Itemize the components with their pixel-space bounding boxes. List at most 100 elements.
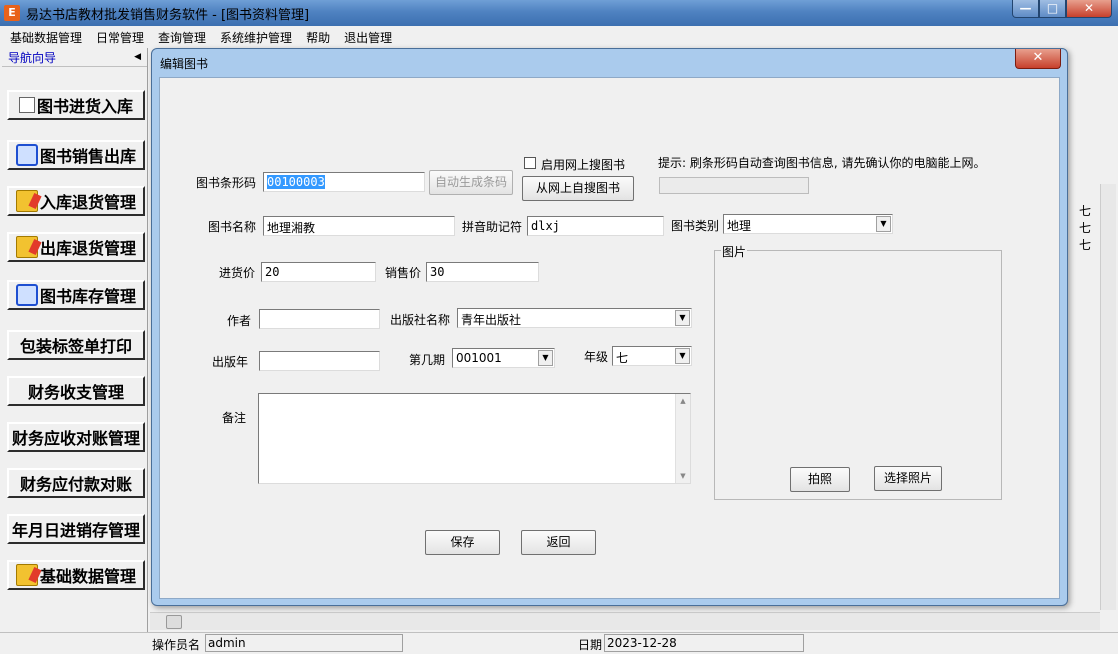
menu-exit[interactable]: 退出管理 — [344, 29, 392, 46]
menu-query[interactable]: 查询管理 — [158, 29, 206, 46]
maximize-icon[interactable]: □ — [1039, 0, 1066, 18]
category-label: 图书类别 — [671, 219, 720, 233]
menu-basic-data[interactable]: 基础数据管理 — [10, 29, 82, 46]
sale-price-input[interactable]: 30 — [426, 262, 539, 282]
sidebar-item-label: 图书库存管理 — [39, 287, 136, 306]
dialog-body: 图书条形码 00100003 自动生成条码 启用网上搜图书 从网上自搜图书 提示… — [159, 77, 1060, 599]
scroll-down-icon[interactable]: ▼ — [676, 472, 690, 480]
issue-select[interactable]: 001001 ▼ — [452, 348, 555, 368]
sidebar-header: 导航向导 ◀ — [2, 48, 147, 67]
horizontal-scrollbar[interactable] — [150, 612, 1100, 630]
vertical-scrollbar[interactable] — [1100, 184, 1116, 610]
window-title: 易达书店教材批发销售财务软件 - [图书资料管理] — [26, 7, 310, 23]
sidebar-item-finance[interactable]: 财务收支管理 — [7, 376, 145, 406]
app-e-icon: E — [4, 5, 20, 21]
date-value: 2023-12-28 — [604, 634, 804, 652]
sidebar-item-period-report[interactable]: 年月日进销存管理 — [7, 514, 145, 544]
grade-value: 七 — [616, 351, 629, 365]
barcode-input[interactable]: 00100003 — [263, 172, 425, 192]
choose-photo-button[interactable]: 选择照片 — [874, 466, 942, 491]
chevron-down-icon[interactable]: ▼ — [538, 350, 553, 366]
sidebar-item-label: 财务应付款对账 — [19, 475, 132, 494]
online-search-button[interactable]: 从网上自搜图书 — [522, 176, 634, 201]
chevron-left-icon[interactable]: ◀ — [134, 52, 141, 62]
statusbar: 操作员名 admin 日期 2023-12-28 — [0, 632, 1118, 654]
author-input[interactable] — [259, 309, 380, 329]
save-button[interactable]: 保存 — [425, 530, 500, 555]
grid-cell: 七 — [1078, 238, 1091, 252]
grade-select[interactable]: 七 ▼ — [612, 346, 692, 366]
pinyin-label: 拼音助记符 — [462, 220, 523, 234]
sidebar-item-label-print[interactable]: 包装标签单打印 — [7, 330, 145, 360]
sidebar-item-label: 入库退货管理 — [39, 193, 136, 212]
online-search-checkbox-label[interactable]: 启用网上搜图书 — [541, 156, 625, 173]
author-label: 作者 — [227, 314, 252, 328]
online-search-checkbox[interactable] — [524, 157, 536, 169]
sidebar-item-sales-return[interactable]: 出库退货管理 — [7, 232, 145, 262]
chevron-down-icon[interactable]: ▼ — [675, 348, 690, 364]
menu-help[interactable]: 帮助 — [306, 29, 330, 46]
notes-textarea[interactable]: ▲ ▼ — [258, 393, 691, 484]
arrows-icon — [15, 284, 38, 306]
book-name-label: 图书名称 — [208, 220, 257, 234]
search-progress-bar — [659, 177, 809, 194]
issue-label: 第几期 — [409, 353, 446, 367]
barcode-value: 00100003 — [267, 175, 325, 189]
purchase-price-input[interactable]: 20 — [261, 262, 376, 282]
sidebar-item-label: 包装标签单打印 — [19, 337, 132, 356]
menu-system[interactable]: 系统维护管理 — [220, 29, 292, 46]
scroll-thumb[interactable] — [166, 615, 182, 629]
picture-group: 图片 拍照 选择照片 — [714, 243, 1002, 500]
photo-button[interactable]: 拍照 — [790, 467, 850, 492]
category-value: 地理 — [727, 219, 752, 233]
arrows-icon — [15, 144, 38, 166]
sidebar-title: 导航向导 — [8, 50, 57, 65]
publisher-select[interactable]: 青年出版社 ▼ — [457, 308, 692, 328]
close-icon[interactable]: ✕ — [1066, 0, 1112, 18]
grid-cell: 七 — [1078, 204, 1091, 218]
sale-price-label: 销售价 — [385, 266, 422, 280]
edit-book-dialog: 编辑图书 ✕ 图书条形码 00100003 自动生成条码 启用网上搜图书 从网上… — [151, 48, 1068, 606]
chevron-down-icon[interactable]: ▼ — [675, 310, 690, 326]
sidebar-item-payable[interactable]: 财务应付款对账 — [7, 468, 145, 498]
notes-scrollbar[interactable]: ▲ ▼ — [675, 394, 690, 483]
window-titlebar: E 易达书店教材批发销售财务软件 - [图书资料管理] — □ ✕ — [0, 0, 1118, 26]
picture-group-label: 图片 — [721, 243, 748, 260]
pub-year-label: 出版年 — [212, 355, 249, 369]
publisher-label: 出版社名称 — [390, 313, 451, 327]
scroll-up-icon[interactable]: ▲ — [676, 397, 690, 405]
sidebar-item-inventory[interactable]: 图书库存管理 — [7, 280, 145, 310]
sidebar-item-label: 图书销售出库 — [39, 147, 136, 166]
operator-label: 操作员名 — [152, 638, 201, 652]
sidebar-item-basic-data[interactable]: 基础数据管理 — [7, 560, 145, 590]
pinyin-input[interactable]: dlxj — [527, 216, 664, 236]
operator-value: admin — [205, 634, 403, 652]
grid-cell: 七 — [1078, 221, 1091, 235]
sidebar-item-label: 图书进货入库 — [36, 97, 133, 116]
pub-year-input[interactable] — [259, 351, 380, 371]
sidebar-item-label: 财务收支管理 — [27, 383, 124, 402]
publisher-value: 青年出版社 — [461, 313, 522, 327]
category-select[interactable]: 地理 ▼ — [723, 214, 893, 234]
date-label: 日期 — [578, 638, 603, 652]
sidebar-item-label: 出库退货管理 — [39, 239, 136, 258]
sidebar-item-label: 基础数据管理 — [39, 567, 136, 586]
purchase-price-label: 进货价 — [219, 266, 256, 280]
menubar: 基础数据管理 日常管理 查询管理 系统维护管理 帮助 退出管理 — [0, 27, 1118, 47]
barcode-label: 图书条形码 — [196, 176, 257, 190]
book-name-input[interactable]: 地理湘教 — [263, 216, 455, 236]
sidebar-item-purchase-in[interactable]: 图书进货入库 — [7, 90, 145, 120]
minimize-icon[interactable]: — — [1012, 0, 1039, 18]
cart-icon — [18, 97, 35, 113]
chevron-down-icon[interactable]: ▼ — [876, 216, 891, 232]
auto-barcode-button[interactable]: 自动生成条码 — [429, 170, 513, 195]
sidebar-item-sales-out[interactable]: 图书销售出库 — [7, 140, 145, 170]
dialog-close-icon[interactable]: ✕ — [1015, 49, 1061, 69]
back-button[interactable]: 返回 — [521, 530, 596, 555]
folder-icon — [15, 190, 38, 212]
sidebar-item-receivable[interactable]: 财务应收对账管理 — [7, 422, 145, 452]
dialog-title: 编辑图书 — [160, 57, 209, 71]
sidebar-item-purchase-return[interactable]: 入库退货管理 — [7, 186, 145, 216]
menu-daily[interactable]: 日常管理 — [96, 29, 144, 46]
issue-value: 001001 — [456, 351, 502, 365]
